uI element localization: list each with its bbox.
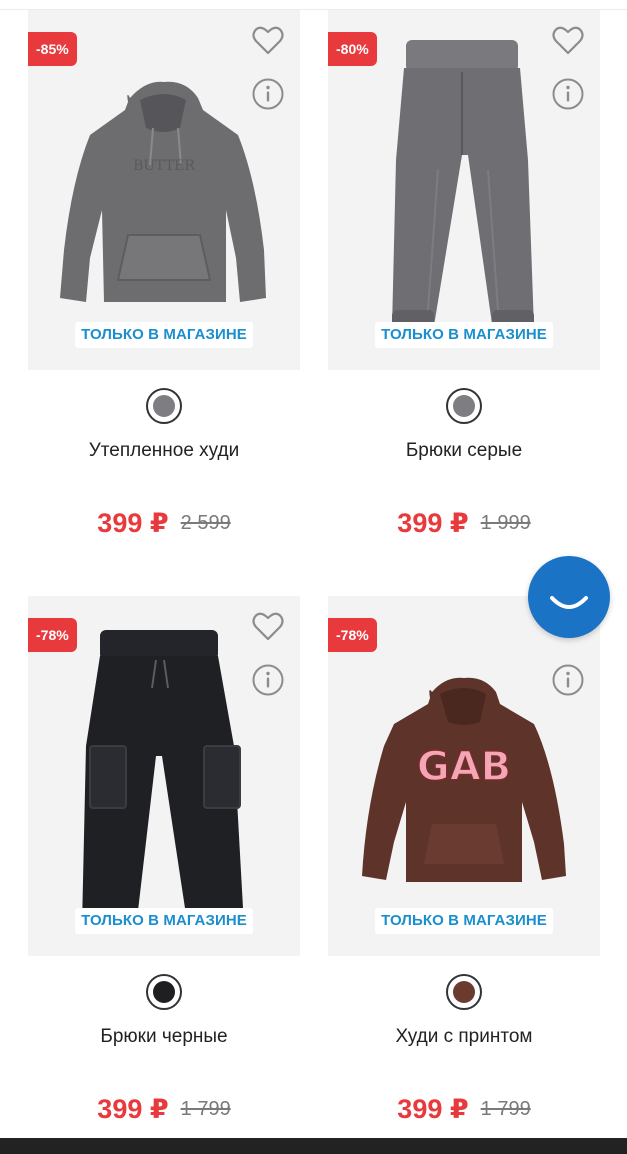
price-row: 399 ₽ 1 799 bbox=[28, 1094, 300, 1125]
product-name[interactable]: Утепленное худи bbox=[28, 440, 300, 462]
product-photo[interactable]: -80% ТОЛЬКО В МАГАЗИНЕ bbox=[328, 10, 600, 370]
color-swatch[interactable] bbox=[146, 974, 182, 1010]
store-only-label: ТОЛЬКО В МАГАЗИНЕ bbox=[375, 322, 553, 348]
price-old: 1 999 bbox=[480, 512, 531, 534]
product-name[interactable]: Брюки черные bbox=[28, 1026, 300, 1048]
info-icon[interactable] bbox=[552, 78, 584, 110]
svg-text:GAB: GAB bbox=[417, 744, 511, 790]
chat-button[interactable] bbox=[528, 556, 610, 638]
price-old: 2 599 bbox=[180, 512, 231, 534]
color-dot bbox=[453, 981, 475, 1003]
info-icon[interactable] bbox=[252, 78, 284, 110]
discount-badge: -78% bbox=[328, 618, 377, 652]
heart-icon[interactable] bbox=[250, 22, 286, 58]
price-current: 399 ₽ bbox=[97, 508, 169, 538]
product-name[interactable]: Брюки серые bbox=[328, 440, 600, 462]
price-row: 399 ₽ 2 599 bbox=[28, 508, 300, 539]
discount-badge: -80% bbox=[328, 32, 377, 66]
product-photo[interactable]: -78% ТОЛЬКО В МАГАЗИНЕ bbox=[28, 596, 300, 956]
store-only-label: ТОЛЬКО В МАГАЗИНЕ bbox=[75, 322, 253, 348]
price-old: 1 799 bbox=[480, 1098, 531, 1120]
price-row: 399 ₽ 1 799 bbox=[328, 1094, 600, 1125]
color-swatch[interactable] bbox=[146, 388, 182, 424]
heart-icon[interactable] bbox=[550, 22, 586, 58]
color-swatch[interactable] bbox=[446, 388, 482, 424]
color-dot bbox=[153, 395, 175, 417]
color-swatch[interactable] bbox=[446, 974, 482, 1010]
color-dot bbox=[153, 981, 175, 1003]
info-icon[interactable] bbox=[252, 664, 284, 696]
info-icon[interactable] bbox=[552, 664, 584, 696]
heart-icon[interactable] bbox=[250, 608, 286, 644]
top-divider bbox=[0, 0, 627, 10]
price-row: 399 ₽ 1 999 bbox=[328, 508, 600, 539]
price-current: 399 ₽ bbox=[97, 1094, 169, 1124]
bottom-bar bbox=[0, 1138, 627, 1154]
price-current: 399 ₽ bbox=[397, 1094, 469, 1124]
price-old: 1 799 bbox=[180, 1098, 231, 1120]
price-current: 399 ₽ bbox=[397, 508, 469, 538]
product-photo[interactable]: GAB -78% ТОЛЬКО В МАГАЗИНЕ bbox=[328, 596, 600, 956]
color-dot bbox=[453, 395, 475, 417]
product-name[interactable]: Худи с принтом bbox=[328, 1026, 600, 1048]
store-only-label: ТОЛЬКО В МАГАЗИНЕ bbox=[75, 908, 253, 934]
svg-text:BUTTER: BUTTER bbox=[133, 158, 195, 174]
product-photo[interactable]: BUTTER -85% ТОЛЬКО В МАГАЗИНЕ bbox=[28, 10, 300, 370]
discount-badge: -85% bbox=[28, 32, 77, 66]
store-only-label: ТОЛЬКО В МАГАЗИНЕ bbox=[375, 908, 553, 934]
discount-badge: -78% bbox=[28, 618, 77, 652]
chat-smile-icon bbox=[550, 596, 588, 609]
